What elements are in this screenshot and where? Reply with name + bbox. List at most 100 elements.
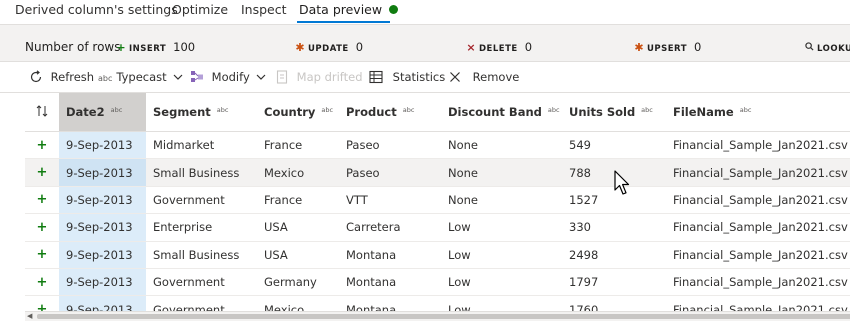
- row-count-summary: Number of rows + INSERT 100 ✱ UPDATE 0 × DELE…: [0, 25, 850, 62]
- tab-data-preview[interactable]: Data preview: [299, 2, 399, 17]
- sort-icon: [36, 104, 48, 117]
- tab-data-preview-label: Data preview: [299, 2, 383, 17]
- cell-units-sold: 549: [562, 131, 666, 160]
- x-icon: ×: [466, 41, 476, 54]
- column-header-label: Product: [346, 105, 397, 119]
- insert-label: INSERT: [129, 44, 167, 54]
- rows-summary: Number of rows: [25, 36, 120, 55]
- table-row[interactable]: + 9-Sep-2013 Government Germany Montana …: [25, 268, 850, 297]
- cell-units-sold: 2498: [562, 241, 666, 269]
- scrollbar-thumb[interactable]: [37, 314, 850, 319]
- column-header-label: Segment: [153, 105, 211, 119]
- cell-country: USA: [257, 213, 339, 242]
- refresh-icon: [30, 69, 42, 82]
- abc-type-icon: abc: [402, 106, 415, 114]
- upsert-label: UPSERT: [647, 44, 688, 54]
- column-header-filename[interactable]: FileName abc: [666, 93, 850, 132]
- cell-country: Germany: [257, 268, 339, 297]
- tab-optimize[interactable]: Optimize: [172, 2, 228, 17]
- table-row[interactable]: + 9-Sep-2013 Enterprise USA Carretera Lo…: [25, 213, 850, 242]
- cell-date2: 9-Sep-2013: [59, 295, 146, 311]
- cell-units-sold: 1760: [562, 295, 666, 311]
- insert-row-icon: +: [36, 302, 48, 311]
- abc-type-icon: abc: [110, 106, 123, 114]
- table-row[interactable]: + 9-Sep-2013 Small Business USA Montana …: [25, 241, 850, 269]
- typecast-button[interactable]: abc Typecast: [98, 70, 183, 84]
- cell-filename: Financial_Sample_Jan2021.csv: [666, 213, 850, 242]
- toolbar: Refresh abc Typecast Modify Map drifted S…: [0, 62, 850, 93]
- cell-date2: 9-Sep-2013: [59, 158, 146, 187]
- cell-discount-band: Low: [441, 295, 562, 311]
- plus-asterisk-icon: ✱: [634, 41, 644, 54]
- cell-segment: Enterprise: [146, 213, 257, 242]
- cell-filename: Financial_Sample_Jan2021.csv: [666, 131, 850, 160]
- cell-product: Paseo: [339, 131, 441, 160]
- tab-bar: Derived column's settings Optimize Inspe…: [0, 0, 850, 25]
- chevron-down-icon: [173, 74, 183, 80]
- modify-button[interactable]: Modify: [190, 70, 266, 85]
- map-drifted-button[interactable]: Map drifted: [276, 69, 363, 85]
- abc-type-icon: abc: [98, 74, 113, 83]
- status-dot-icon: [389, 5, 399, 14]
- column-header-discount-band[interactable]: Discount Band abc: [441, 93, 562, 132]
- cell-filename: Financial_Sample_Jan2021.csv: [666, 295, 850, 311]
- column-header-units-sold[interactable]: Units Sold abc: [562, 93, 666, 132]
- search-icon: [804, 41, 814, 54]
- column-header-label: FileName: [673, 105, 734, 119]
- rows-label: Number of rows: [25, 40, 121, 54]
- scroll-left-icon[interactable]: ◀: [27, 312, 32, 320]
- mouse-cursor-icon: [614, 170, 630, 195]
- refresh-label: Refresh: [50, 70, 95, 84]
- statistics-label: Statistics: [392, 70, 446, 84]
- table-row[interactable]: + 9-Sep-2013 Government Mexico Montana L…: [25, 295, 850, 311]
- sort-column-header[interactable]: [25, 93, 59, 132]
- remove-label: Remove: [472, 70, 520, 84]
- table-row[interactable]: + 9-Sep-2013 Small Business Mexico Paseo…: [25, 158, 850, 187]
- cell-discount-band: None: [441, 158, 562, 187]
- column-header-country[interactable]: Country abc: [257, 93, 339, 132]
- column-header-label: Country: [264, 105, 316, 119]
- cell-filename: Financial_Sample_Jan2021.csv: [666, 241, 850, 269]
- update-label: UPDATE: [308, 44, 349, 54]
- asterisk-icon: ✱: [295, 41, 305, 54]
- cell-discount-band: None: [441, 131, 562, 160]
- modify-label: Modify: [211, 70, 250, 84]
- cell-segment: Government: [146, 186, 257, 215]
- cell-segment: Midmarket: [146, 131, 257, 160]
- column-header-label: Units Sold: [569, 105, 636, 119]
- statistics-button[interactable]: Statistics: [369, 70, 445, 85]
- abc-type-icon: abc: [547, 106, 560, 114]
- table-row[interactable]: + 9-Sep-2013 Government France VTT None …: [25, 186, 850, 215]
- column-header-product[interactable]: Product abc: [339, 93, 441, 132]
- lookup-label: LOOKU: [817, 44, 850, 54]
- cell-date2: 9-Sep-2013: [59, 268, 146, 297]
- insert-summary: + INSERT 100: [116, 36, 195, 55]
- cell-units-sold: 330: [562, 213, 666, 242]
- table-header-row: Date2 abc Segment abc Country abc Product ab…: [25, 93, 850, 132]
- cell-discount-band: Low: [441, 241, 562, 269]
- cell-filename: Financial_Sample_Jan2021.csv: [666, 186, 850, 215]
- refresh-button[interactable]: Refresh: [29, 69, 95, 85]
- cell-filename: Financial_Sample_Jan2021.csv: [666, 158, 850, 187]
- cell-date2: 9-Sep-2013: [59, 131, 146, 160]
- column-header-label: Discount Band: [448, 105, 542, 119]
- cell-segment: Small Business: [146, 241, 257, 269]
- upsert-summary: ✱ UPSERT 0: [634, 36, 701, 55]
- insert-count: 100: [173, 40, 196, 54]
- remove-button[interactable]: Remove: [449, 70, 519, 84]
- cell-units-sold: 1797: [562, 268, 666, 297]
- cell-segment: Government: [146, 295, 257, 311]
- chevron-down-icon: [256, 74, 266, 80]
- cell-date2: 9-Sep-2013: [59, 241, 146, 269]
- cell-discount-band: None: [441, 186, 562, 215]
- modify-icon: [191, 70, 203, 82]
- tab-inspect[interactable]: Inspect: [241, 2, 287, 17]
- data-preview-table: Date2 abc Segment abc Country abc Product ab…: [25, 93, 850, 311]
- column-header-date2[interactable]: Date2 abc: [59, 93, 146, 132]
- cell-country: Mexico: [257, 158, 339, 187]
- delete-summary: × DELETE 0: [466, 36, 532, 55]
- column-header-segment[interactable]: Segment abc: [146, 93, 257, 132]
- cell-segment: Government: [146, 268, 257, 297]
- tab-derived-column-settings[interactable]: Derived column's settings: [15, 2, 178, 17]
- table-row[interactable]: + 9-Sep-2013 Midmarket France Paseo None…: [25, 131, 850, 160]
